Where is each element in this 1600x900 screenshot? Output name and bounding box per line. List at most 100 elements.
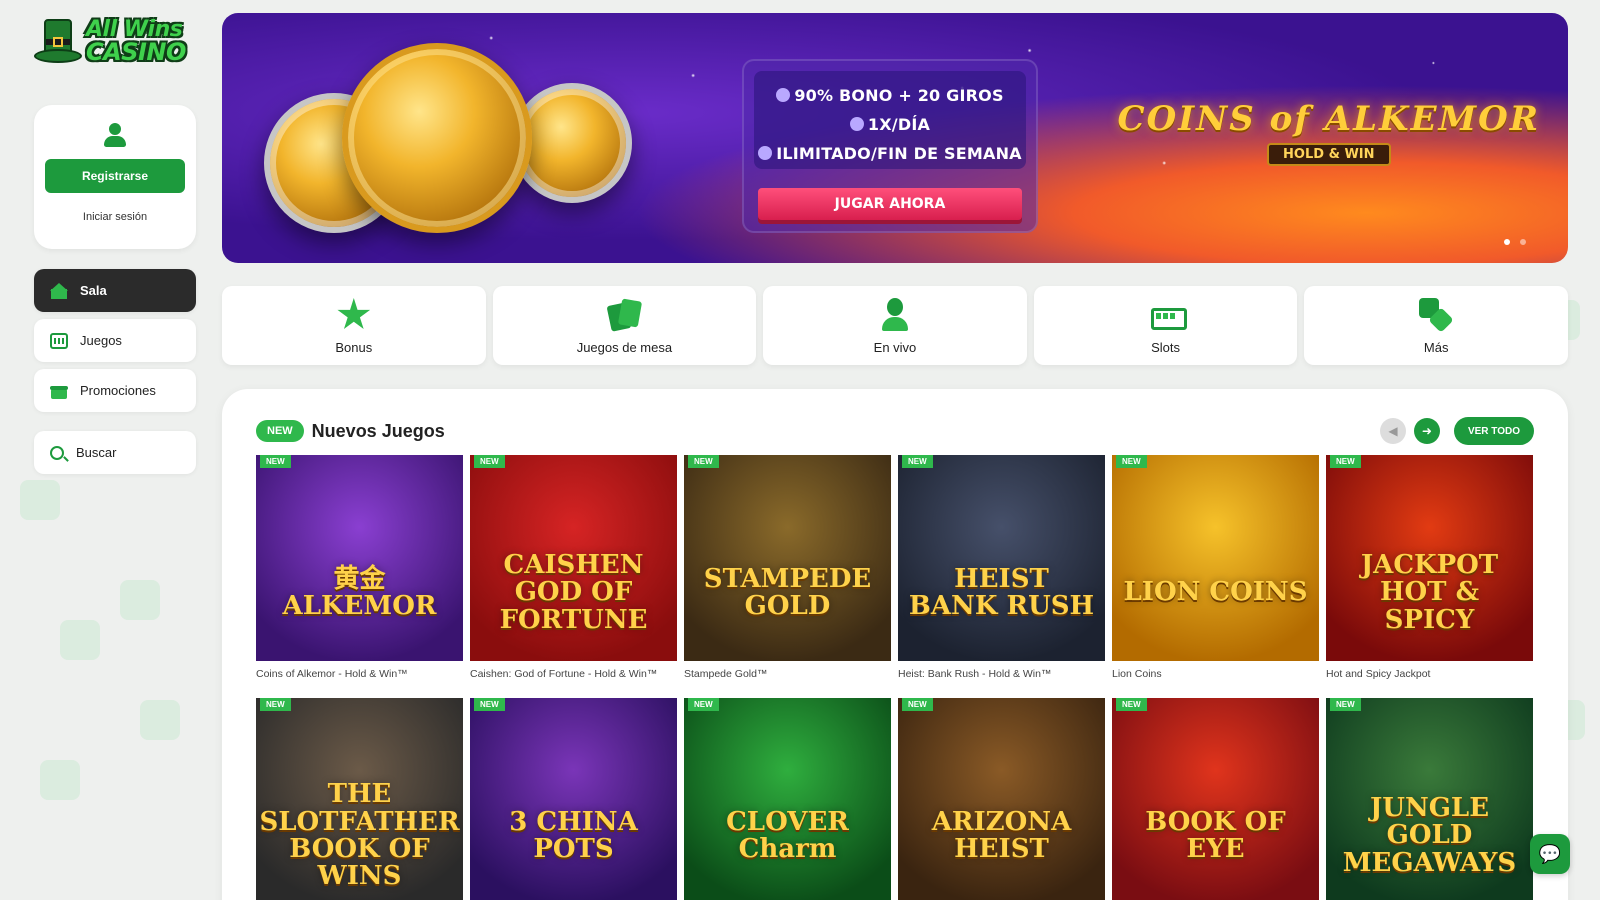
promo-banner[interactable]: 90% BONO + 20 GIROS 1X/DÍA ILIMITADO/FIN…: [222, 13, 1568, 263]
carousel-prev-button[interactable]: ◀: [1379, 418, 1406, 444]
see-all-button[interactable]: VER TODO: [1453, 417, 1534, 445]
game-tile[interactable]: NEW JACKPOT HOT & SPICY Hot and Spicy Jack…: [1326, 455, 1533, 680]
new-badge: NEW: [474, 698, 505, 711]
game-tile[interactable]: NEW ARIZONA HEIST: [898, 698, 1105, 900]
nav-item-label: Juegos: [80, 333, 122, 348]
promo-line-weekend: ILIMITADO/FIN DE SEMANA: [776, 144, 1022, 163]
game-name: Lion Coins: [1112, 668, 1162, 680]
search-label: Buscar: [76, 445, 117, 460]
game-logo-art: ARIZONA HEIST: [931, 806, 1072, 864]
game-name: Heist: Bank Rush - Hold & Win™: [898, 668, 1052, 680]
coin-icon: [342, 43, 532, 233]
game-tile[interactable]: NEW 3 CHINA POTS: [470, 698, 677, 900]
game-logo-art: CLOVER Charm: [726, 806, 849, 864]
category-slots[interactable]: Slots: [1033, 286, 1298, 365]
game-thumbnail[interactable]: NEW JACKPOT HOT & SPICY: [1326, 455, 1533, 661]
main-nav: Sala Juegos Promociones Buscar: [34, 269, 196, 474]
promo-line-bonus: 90% BONO + 20 GIROS: [794, 86, 1004, 105]
game-thumbnail[interactable]: NEW LION COINS: [1112, 455, 1319, 661]
new-games-section: NEW Nuevos Juegos ◀ ➜ VER TODO NEW 黄金 ALK…: [222, 389, 1568, 900]
game-thumbnail[interactable]: NEW ARIZONA HEIST: [898, 698, 1105, 900]
slot-machine-icon: [50, 332, 68, 349]
category-live[interactable]: En vivo: [763, 286, 1027, 365]
game-tile[interactable]: NEW 黄金 ALKEMOR Coins of Alkemor - Hold & W…: [256, 455, 463, 680]
nav-item-label: Promociones: [80, 383, 156, 398]
gift-icon: [50, 383, 68, 399]
game-name: Hot and Spicy Jackpot: [1326, 668, 1431, 680]
game-thumbnail[interactable]: NEW CAISHEN GOD OF FORTUNE: [470, 455, 677, 661]
game-thumbnail[interactable]: NEW CLOVER Charm: [684, 698, 891, 900]
search-button[interactable]: Buscar: [34, 431, 196, 474]
carousel-next-button[interactable]: ➜: [1413, 418, 1440, 444]
new-badge: NEW: [474, 455, 505, 468]
game-thumbnail[interactable]: NEW BOOK OF EYE: [1112, 698, 1319, 900]
game-thumbnail[interactable]: NEW STAMPEDE GOLD: [684, 455, 891, 661]
game-logo-art: STAMPEDE GOLD: [703, 563, 872, 621]
new-badge: NEW: [1116, 455, 1147, 468]
carousel-dot[interactable]: [1504, 239, 1510, 245]
category-label: Bonus: [335, 340, 373, 355]
calendar-icon: [758, 146, 773, 160]
category-label: Más: [1423, 340, 1449, 355]
new-badge: NEW: [688, 698, 719, 711]
game-name: Coins of Alkemor - Hold & Win™: [256, 668, 408, 680]
category-table-games[interactable]: Juegos de mesa: [492, 286, 757, 365]
account-card: Registrarse Iniciar sesión: [34, 105, 196, 249]
game-logo-art: CAISHEN GOD OF FORTUNE: [499, 550, 648, 635]
leprechaun-hat-icon: [34, 17, 82, 67]
brand-logo[interactable]: All Wins CASINO: [34, 12, 196, 72]
section-header: NEW Nuevos Juegos ◀ ➜ VER TODO: [256, 417, 1534, 445]
game-tile[interactable]: NEW THE SLOTFATHER BOOK OF WINS: [256, 698, 463, 900]
clock-icon: [849, 117, 864, 131]
new-badge: NEW: [260, 698, 291, 711]
nav-item-sala[interactable]: Sala: [34, 269, 196, 312]
new-badge: NEW: [1330, 698, 1361, 711]
game-tile[interactable]: NEW CAISHEN GOD OF FORTUNE Caishen: God of…: [470, 455, 677, 680]
new-badge: NEW: [688, 455, 719, 468]
slot-machine-icon: [1149, 298, 1187, 332]
user-icon: [104, 123, 126, 149]
carousel-dot[interactable]: [1520, 239, 1526, 245]
game-tile[interactable]: NEW JUNGLE GOLD MEGAWAYS: [1326, 698, 1533, 900]
game-thumbnail[interactable]: NEW THE SLOTFATHER BOOK OF WINS: [256, 698, 463, 900]
game-logo-art: 3 CHINA POTS: [509, 806, 638, 864]
banner-game-logo: COINS of ALKEMOR HOLD & WIN: [1118, 99, 1540, 166]
game-tile[interactable]: NEW BOOK OF EYE: [1112, 698, 1319, 900]
category-label: Slots: [1151, 340, 1181, 355]
play-now-button[interactable]: JUGAR AHORA: [758, 188, 1022, 220]
carousel-dots: [1504, 239, 1526, 245]
category-label: En vivo: [873, 340, 917, 355]
chat-icon[interactable]: 💬: [1530, 834, 1570, 874]
game-name: Caishen: God of Fortune - Hold & Win™: [470, 668, 658, 680]
bonus-icon: [776, 88, 791, 102]
game-thumbnail[interactable]: NEW HEIST BANK RUSH: [898, 455, 1105, 661]
game-tile[interactable]: NEW HEIST BANK RUSH Heist: Bank Rush - Hol…: [898, 455, 1105, 680]
game-grid: NEW 黄金 ALKEMOR Coins of Alkemor - Hold & W…: [256, 455, 1533, 900]
game-thumbnail[interactable]: NEW 3 CHINA POTS: [470, 698, 677, 900]
category-bar: Bonus Juegos de mesa En vivo Slots Más: [222, 286, 1568, 365]
game-logo-art: 黄金 ALKEMOR: [282, 563, 437, 621]
dice-icon: [1419, 298, 1453, 332]
star-icon: [337, 298, 371, 329]
game-thumbnail[interactable]: NEW 黄金 ALKEMOR: [256, 455, 463, 661]
promo-box: 90% BONO + 20 GIROS 1X/DÍA ILIMITADO/FIN…: [742, 59, 1038, 233]
login-link[interactable]: Iniciar sesión: [34, 211, 196, 223]
game-logo-art: BOOK OF EYE: [1145, 806, 1286, 864]
game-tile[interactable]: NEW CLOVER Charm: [684, 698, 891, 900]
game-logo-art: LION COINS: [1123, 577, 1308, 608]
game-thumbnail[interactable]: NEW JUNGLE GOLD MEGAWAYS: [1326, 698, 1533, 900]
new-badge: NEW: [902, 698, 933, 711]
new-badge: NEW: [1330, 455, 1361, 468]
new-badge: NEW: [260, 455, 291, 468]
nav-item-promociones[interactable]: Promociones: [34, 369, 196, 412]
banner-game-title: COINS of ALKEMOR: [1117, 99, 1540, 139]
category-more[interactable]: Más: [1304, 286, 1568, 365]
category-label: Juegos de mesa: [576, 340, 673, 355]
game-tile[interactable]: NEW LION COINS Lion Coins: [1112, 455, 1319, 680]
promo-line-frequency: 1X/DÍA: [867, 115, 931, 134]
register-button[interactable]: Registrarse: [45, 159, 185, 193]
category-bonus[interactable]: Bonus: [222, 286, 486, 365]
nav-item-juegos[interactable]: Juegos: [34, 319, 196, 362]
game-tile[interactable]: NEW STAMPEDE GOLD Stampede Gold™: [684, 455, 891, 680]
game-logo-art: JUNGLE GOLD MEGAWAYS: [1342, 793, 1517, 878]
